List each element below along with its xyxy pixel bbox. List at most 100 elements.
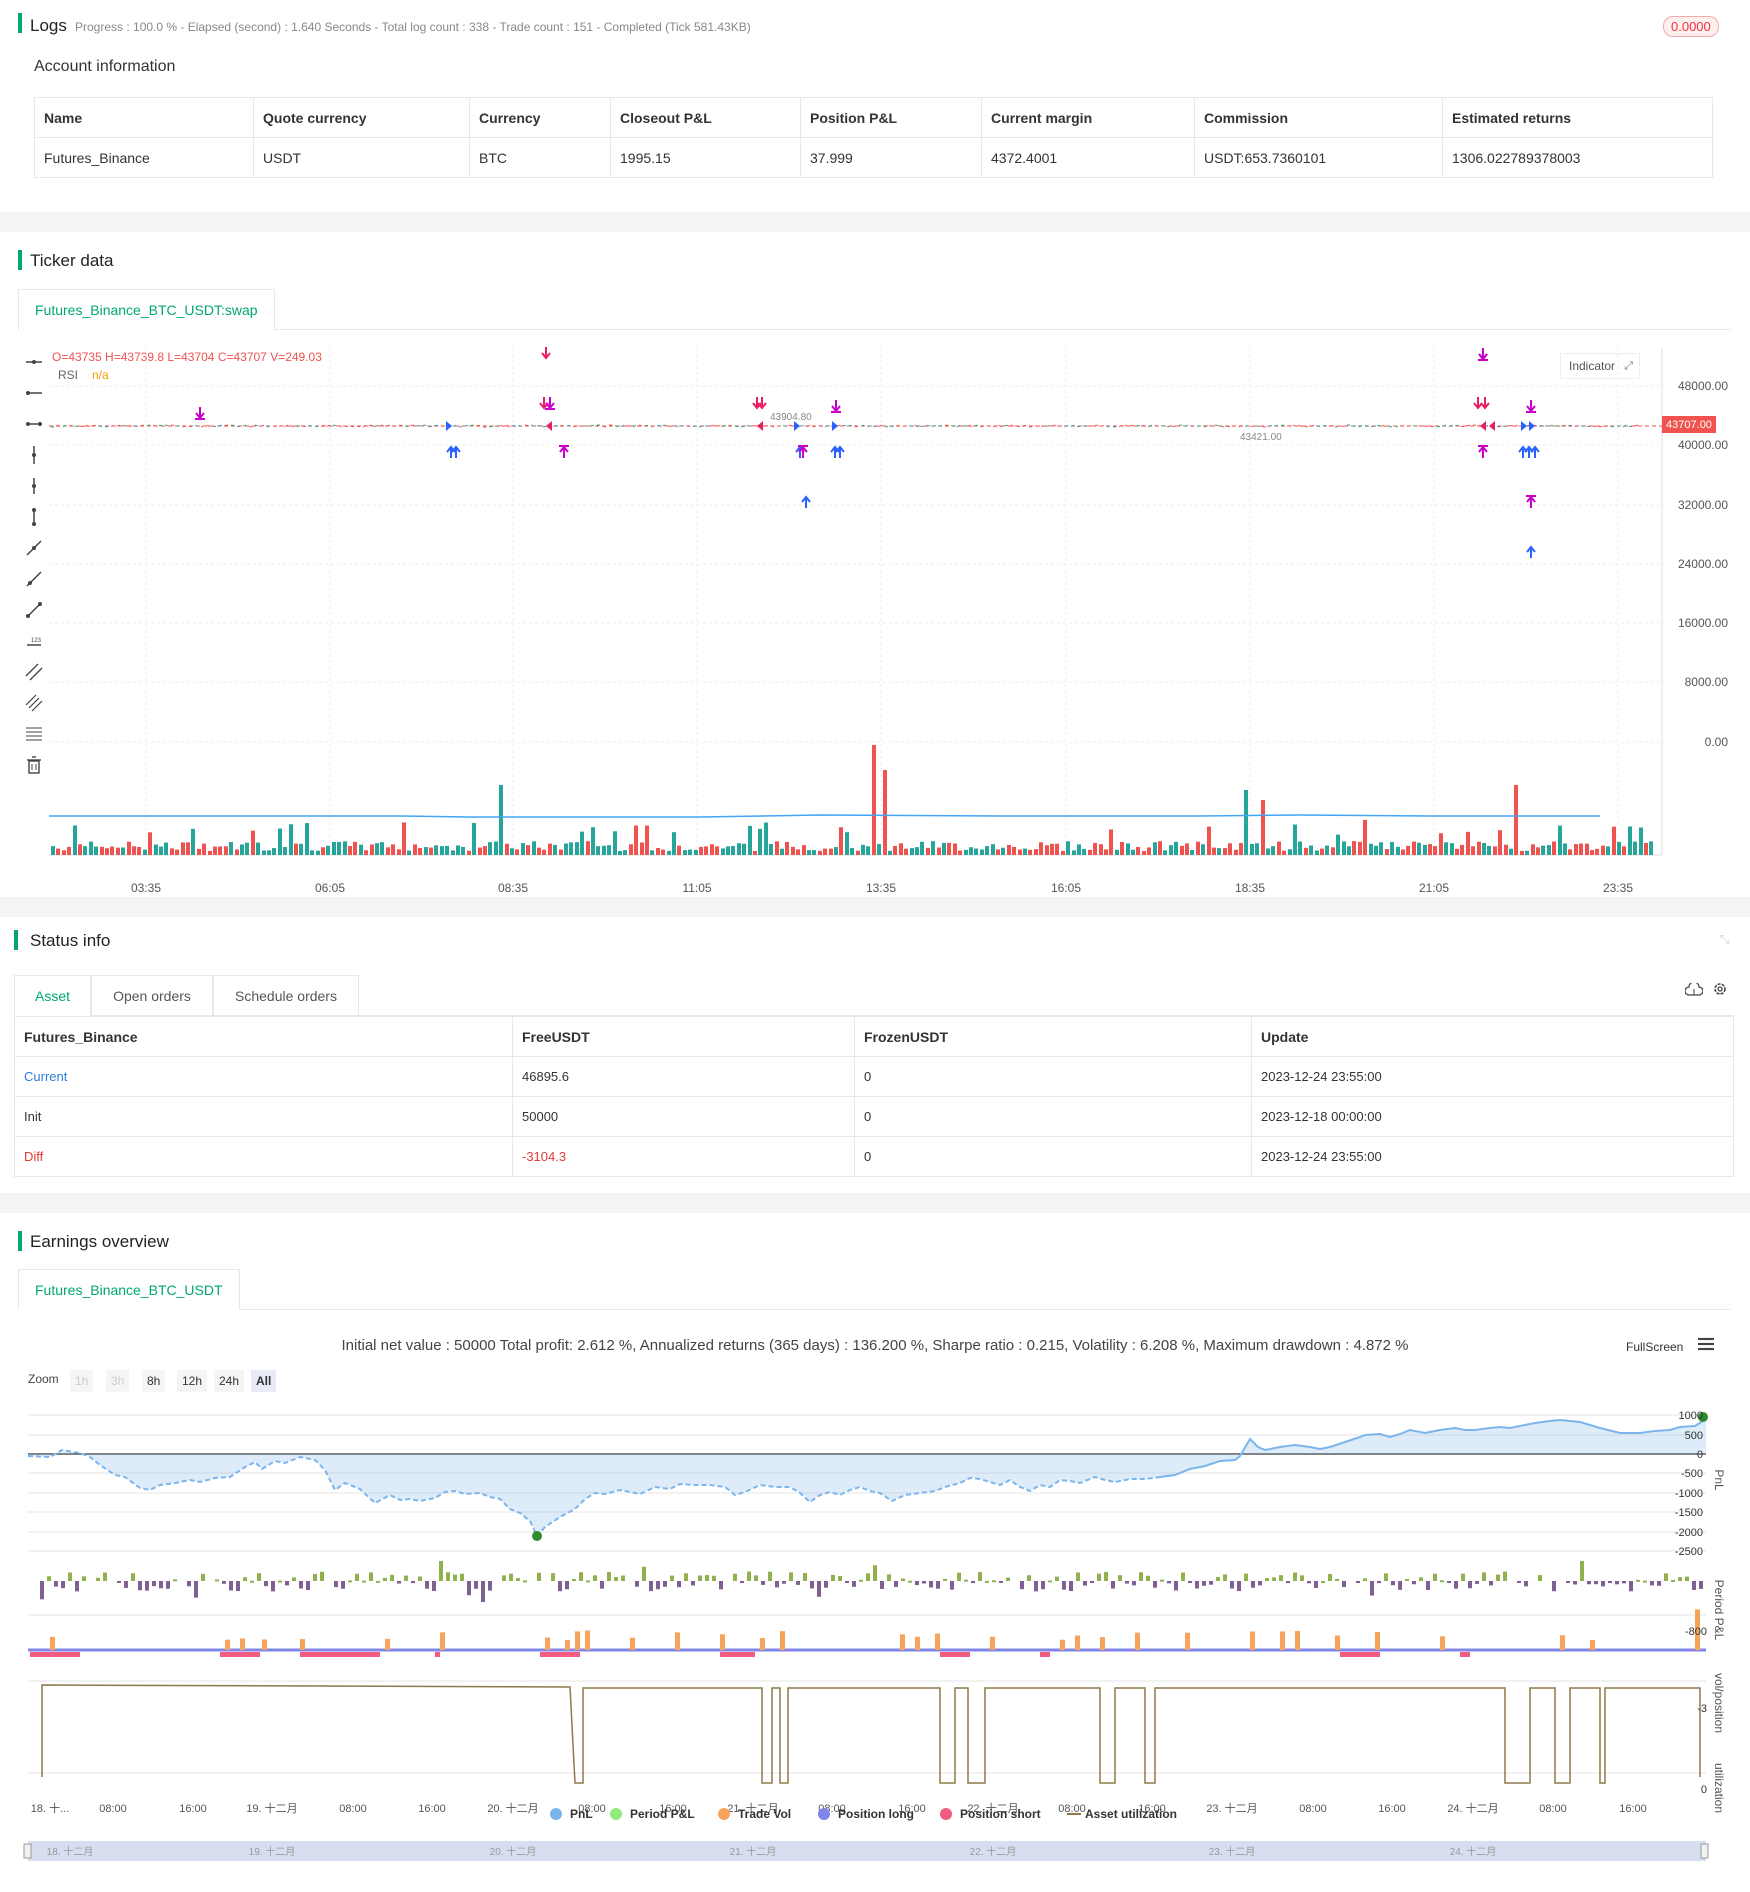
legend-item-period-p-l[interactable]: Period P&L bbox=[610, 1807, 695, 1821]
trade-marker-icon bbox=[757, 421, 763, 431]
volume-bar bbox=[299, 843, 303, 855]
down-arrow-icon bbox=[831, 400, 841, 413]
period-pnl-bar bbox=[1111, 1581, 1115, 1589]
period-pnl-bar bbox=[1258, 1581, 1262, 1586]
price-candle bbox=[884, 425, 889, 428]
trade-vol-series bbox=[28, 1609, 1706, 1657]
x-tick-label: 16:00 bbox=[1378, 1803, 1406, 1815]
price-candle bbox=[1370, 425, 1375, 428]
tab-open-orders[interactable]: Open orders bbox=[91, 975, 213, 1015]
volume-bar bbox=[181, 842, 185, 855]
volume-bar bbox=[580, 831, 584, 855]
volume-bar bbox=[1455, 848, 1459, 855]
tab-earnings-symbol[interactable]: Futures_Binance_BTC_USDT bbox=[18, 1269, 240, 1310]
price-candle bbox=[494, 425, 499, 428]
cell: 1995.15 bbox=[610, 137, 801, 178]
earnings-chart[interactable]: 10005000-500-1000-1500-2000-2500-800-30P… bbox=[0, 1395, 1750, 1892]
legend-item-position-short[interactable]: Position short bbox=[940, 1807, 1041, 1821]
volume-bar bbox=[364, 850, 368, 855]
navigator-handle-left[interactable] bbox=[23, 1843, 32, 1859]
period-pnl-bar bbox=[1573, 1581, 1577, 1585]
volume-bar bbox=[683, 850, 687, 855]
period-pnl-bar bbox=[271, 1581, 275, 1592]
period-pnl-bar bbox=[1139, 1572, 1143, 1581]
period-pnl-bar bbox=[1097, 1573, 1101, 1581]
trade-vol-bar bbox=[575, 1631, 580, 1650]
volume-bar bbox=[753, 850, 757, 855]
trade-marker-icon bbox=[546, 421, 552, 431]
zoom-24h-button[interactable]: 24h bbox=[214, 1370, 245, 1392]
period-pnl-bar bbox=[1608, 1581, 1612, 1583]
volume-bar bbox=[1288, 849, 1292, 855]
period-pnl-bar bbox=[1335, 1578, 1339, 1581]
trade-vol-bar bbox=[900, 1634, 905, 1650]
candlestick-chart[interactable]: 48000.00 40000.00 32000.00 24000.00 16000.00… bbox=[0, 340, 1750, 895]
navigator[interactable]: 18. 十二月 19. 十二月 20. 十二月 21. 十二月 22. 十二月 23. 十… bbox=[23, 1841, 1709, 1861]
fullscreen-button[interactable]: FullScreen bbox=[1626, 1340, 1683, 1354]
x-tick-label: 16:00 bbox=[179, 1803, 207, 1815]
trade-vol-bar bbox=[585, 1630, 590, 1650]
price-tick-label: 8000.00 bbox=[1685, 675, 1729, 689]
axis-title: utilization bbox=[1712, 1763, 1726, 1813]
period-pnl-bar bbox=[1055, 1576, 1059, 1581]
volume-bar bbox=[1315, 850, 1319, 855]
cell: 2023-12-24 23:55:00 bbox=[1251, 1136, 1734, 1177]
period-pnl-bar bbox=[523, 1580, 527, 1583]
section-marker bbox=[18, 250, 22, 270]
volume-bar bbox=[245, 842, 249, 855]
legend-symbol bbox=[818, 1808, 830, 1820]
price-candle bbox=[1046, 425, 1051, 427]
volume-bar bbox=[1493, 846, 1497, 855]
volume-bar bbox=[1590, 850, 1594, 855]
price-candle bbox=[626, 425, 631, 427]
cloud-download-icon[interactable] bbox=[1684, 981, 1704, 1001]
volume-bar bbox=[1622, 846, 1626, 855]
period-pnl-bar bbox=[229, 1581, 233, 1591]
zoom-8h-button[interactable]: 8h bbox=[142, 1370, 166, 1392]
time-tick-label: 11:05 bbox=[682, 881, 711, 895]
volume-bar bbox=[721, 848, 725, 855]
navigator-tick-label: 20. 十二月 bbox=[490, 1845, 537, 1858]
trade-vol-bar bbox=[1075, 1635, 1080, 1650]
volume-bar bbox=[872, 745, 876, 855]
row-label-diff: Diff bbox=[14, 1136, 513, 1177]
menu-icon[interactable] bbox=[1698, 1337, 1714, 1356]
volume-bar bbox=[1417, 842, 1421, 855]
tab-asset[interactable]: Asset bbox=[14, 975, 91, 1016]
price-candle bbox=[200, 425, 205, 428]
cell: BTC bbox=[469, 137, 611, 178]
position-short-bar bbox=[720, 1652, 755, 1657]
volume-bar bbox=[1028, 849, 1032, 855]
section-gap bbox=[0, 897, 1750, 917]
navigator-handle-right[interactable] bbox=[1700, 1843, 1709, 1859]
trade-vol-bar bbox=[1560, 1635, 1565, 1650]
zoom-all-button[interactable]: All bbox=[251, 1370, 277, 1392]
settings-gear-icon[interactable] bbox=[1712, 981, 1728, 1002]
tab-schedule-orders[interactable]: Schedule orders bbox=[213, 975, 359, 1015]
period-pnl-bar bbox=[1475, 1581, 1479, 1584]
zoom-1h-button[interactable]: 1h bbox=[70, 1370, 94, 1392]
volume-bar bbox=[1342, 841, 1346, 855]
volume-bar bbox=[375, 843, 379, 855]
trade-vol-bar bbox=[760, 1638, 765, 1650]
utilization-series bbox=[41, 1684, 1701, 1784]
zoom-12h-button[interactable]: 12h bbox=[177, 1370, 208, 1392]
volume-bar bbox=[164, 842, 168, 855]
period-pnl-bar bbox=[712, 1575, 716, 1581]
legend-item-pnl[interactable]: PnL bbox=[550, 1807, 593, 1821]
volume-bar bbox=[559, 849, 563, 855]
zoom-3h-button[interactable]: 3h bbox=[106, 1370, 130, 1392]
time-tick-label: 16:05 bbox=[1051, 881, 1081, 895]
period-pnl-bar bbox=[355, 1573, 359, 1581]
price-candle bbox=[926, 424, 931, 427]
period-pnl-bar bbox=[579, 1572, 583, 1581]
volume-bar bbox=[866, 846, 870, 855]
volume-bar bbox=[1001, 847, 1005, 855]
volume-bar bbox=[175, 849, 179, 855]
price-tick-label: 0.00 bbox=[1705, 735, 1729, 749]
tab-ticker-symbol[interactable]: Futures_Binance_BTC_USDT:swap bbox=[18, 289, 275, 330]
period-pnl-bar bbox=[1356, 1581, 1360, 1583]
price-tag-text: 43707.00 bbox=[1666, 419, 1712, 431]
collapse-icon[interactable]: ⤡ bbox=[1720, 932, 1730, 947]
trade-vol-bar bbox=[1250, 1631, 1255, 1650]
